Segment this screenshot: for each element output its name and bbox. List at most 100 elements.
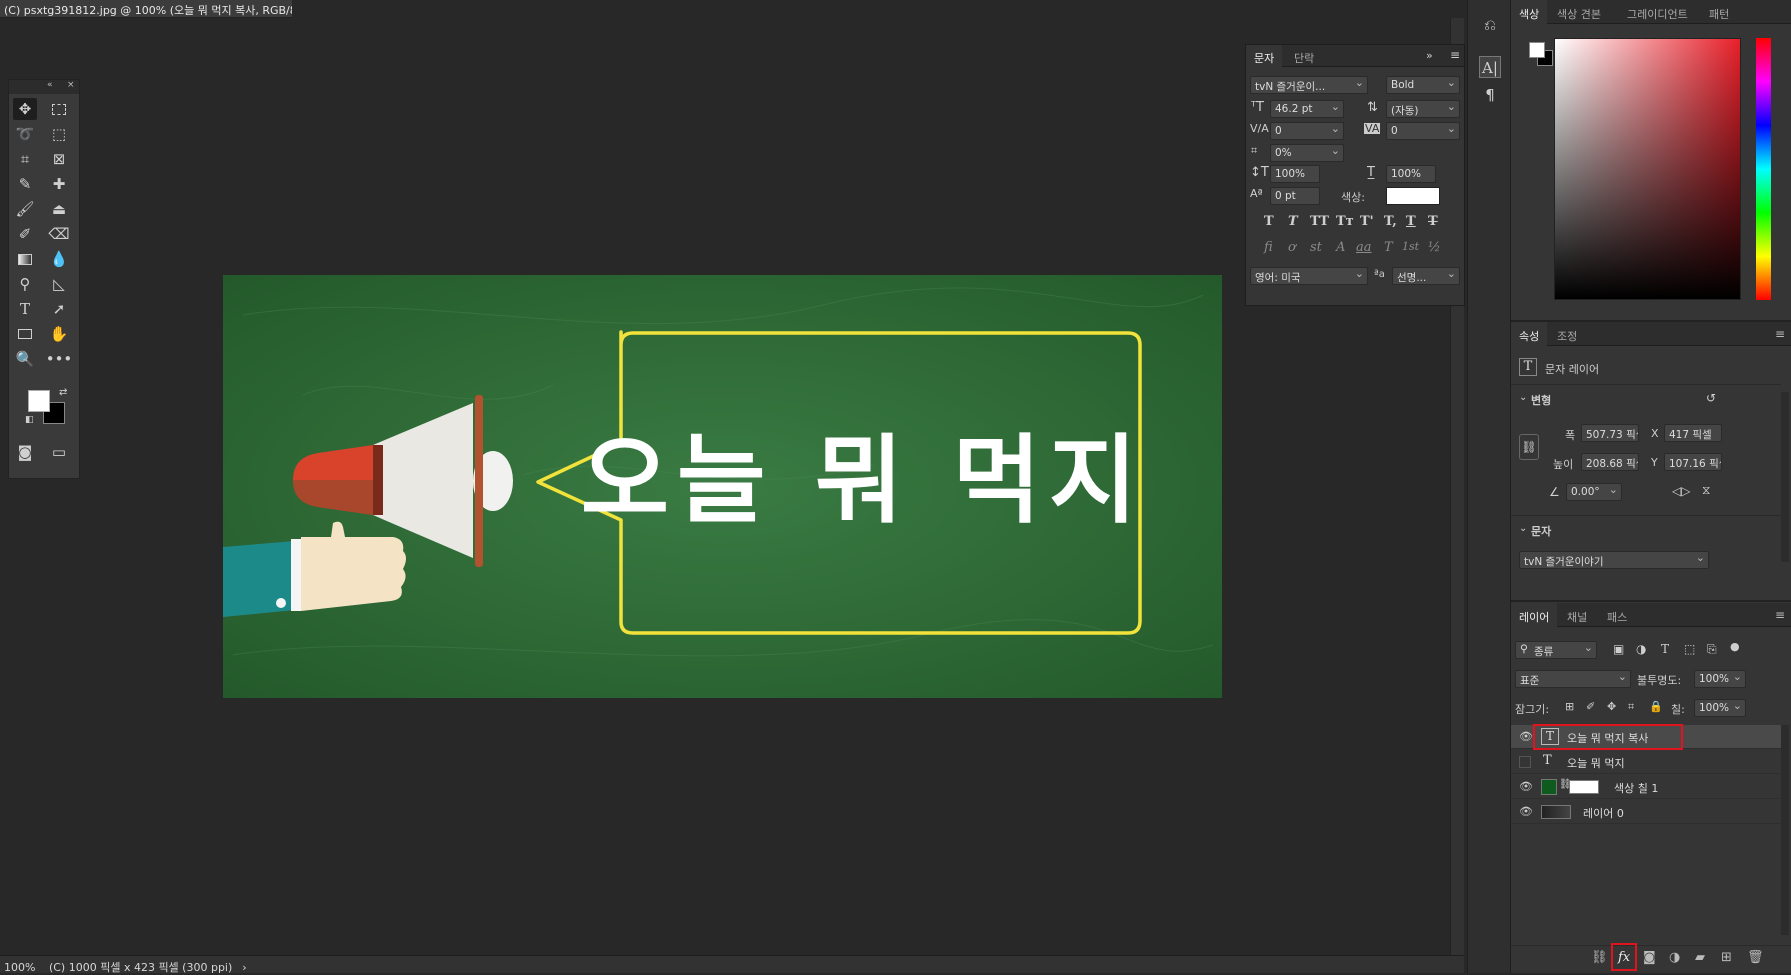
kerning-field[interactable]: 0 xyxy=(1270,122,1344,140)
eyedropper-tool-icon[interactable]: ✎ xyxy=(13,173,37,195)
horizontal-scale-field[interactable]: 100% xyxy=(1386,165,1436,183)
lock-transparent-icon[interactable]: ⊞ xyxy=(1565,701,1574,712)
hue-slider[interactable] xyxy=(1756,38,1771,300)
leading-field[interactable]: (자동) xyxy=(1386,100,1460,118)
blur-tool-icon[interactable]: 💧 xyxy=(47,248,71,270)
tab-layers[interactable]: 레이어 xyxy=(1511,603,1558,627)
delete-layer-icon[interactable]: 🗑 xyxy=(1747,950,1764,965)
ligature-button[interactable]: fi xyxy=(1264,241,1273,254)
status-arrow[interactable]: › xyxy=(242,961,246,974)
properties-menu-icon[interactable]: ≡ xyxy=(1775,327,1785,341)
move-tool-icon[interactable]: ✥ xyxy=(13,98,37,120)
quick-mask-icon[interactable]: ◙ xyxy=(13,441,37,463)
adjustment-layer-icon[interactable]: ◑ xyxy=(1669,950,1680,965)
vertical-scale-field[interactable]: 100% xyxy=(1270,165,1320,183)
underline-button[interactable]: T xyxy=(1406,215,1416,228)
type-tool-icon[interactable]: T xyxy=(13,298,37,320)
visibility-off-box[interactable] xyxy=(1519,756,1531,768)
tab-patterns[interactable]: 패턴 xyxy=(1701,0,1737,24)
marquee-tool-icon[interactable] xyxy=(47,98,71,120)
link-layers-icon[interactable]: ⛓ xyxy=(1591,950,1608,965)
character-panel-icon[interactable]: A| xyxy=(1479,56,1501,78)
frame-tool-icon[interactable]: ⊠ xyxy=(47,148,71,170)
foreground-color-swatch[interactable] xyxy=(28,390,50,412)
new-layer-icon[interactable]: ⊞ xyxy=(1721,950,1732,965)
document-canvas[interactable]: 오늘 뭐 먹지 xyxy=(223,275,1222,698)
crop-tool-icon[interactable]: ⌗ xyxy=(13,148,37,170)
flip-vertical-icon[interactable]: ⧖ xyxy=(1702,484,1710,496)
layers-menu-icon[interactable]: ≡ xyxy=(1775,608,1785,622)
baseline-shift-field[interactable]: 0 pt xyxy=(1270,187,1320,205)
superscript-button[interactable]: T' xyxy=(1360,215,1374,228)
add-mask-icon[interactable]: ◙ xyxy=(1643,950,1656,965)
height-field[interactable]: 208.68 픽셀 xyxy=(1581,453,1639,471)
blend-mode-select[interactable]: 표준 xyxy=(1515,670,1631,688)
rectangle-tool-icon[interactable] xyxy=(13,323,37,345)
new-group-icon[interactable]: ▰ xyxy=(1695,950,1705,965)
reset-transform-icon[interactable]: ↺ xyxy=(1706,392,1716,404)
small-caps-button[interactable]: Tт xyxy=(1336,215,1354,228)
lock-all-icon[interactable]: 🔒 xyxy=(1649,701,1663,712)
paragraph-panel-icon[interactable]: ¶ xyxy=(1479,84,1501,106)
faux-italic-button[interactable]: T xyxy=(1288,215,1298,228)
titling-alternates-button[interactable]: T xyxy=(1384,241,1393,254)
alt-ligature-button[interactable]: ơ xyxy=(1288,241,1296,254)
lock-image-icon[interactable]: ✐ xyxy=(1586,701,1595,712)
lock-artboard-icon[interactable]: ⌗ xyxy=(1628,701,1634,712)
strikethrough-button[interactable]: T xyxy=(1428,215,1438,228)
tab-paths[interactable]: 패스 xyxy=(1599,603,1635,627)
width-field[interactable]: 507.73 픽셀 xyxy=(1581,424,1639,442)
font-size-field[interactable]: 46.2 pt xyxy=(1270,100,1344,118)
document-info[interactable]: (C) 1000 픽셀 x 423 픽셀 (300 ppi) xyxy=(49,961,232,974)
swash-button[interactable]: A xyxy=(1336,241,1345,254)
visibility-eye-icon[interactable]: 👁 xyxy=(1519,805,1533,818)
y-field[interactable]: 107.16 픽셀 xyxy=(1664,453,1722,471)
tab-swatches[interactable]: 색상 견본 xyxy=(1549,0,1609,24)
close-icon[interactable]: × xyxy=(67,80,75,90)
link-dimensions-icon[interactable]: ⛓ xyxy=(1519,434,1539,460)
properties-scrollbar[interactable] xyxy=(1781,392,1789,562)
visibility-eye-icon[interactable]: 👁 xyxy=(1519,780,1533,793)
filter-smart-object-icon[interactable]: ⎘ xyxy=(1707,643,1717,655)
filter-type-icon[interactable]: T xyxy=(1661,643,1669,655)
fill-field[interactable]: 100% xyxy=(1694,699,1746,717)
layer-row[interactable]: T 오늘 뭐 먹지 xyxy=(1511,750,1781,774)
tab-color[interactable]: 색상 xyxy=(1511,0,1548,24)
discretionary-ligature-button[interactable]: st xyxy=(1310,241,1322,254)
brush-tool-icon[interactable]: 🖌 xyxy=(13,198,37,220)
language-select[interactable]: 영어: 미국 xyxy=(1250,267,1368,285)
color-foreground-swatch[interactable] xyxy=(1529,42,1545,58)
tab-gradients[interactable]: 그레이디언트 xyxy=(1619,0,1696,24)
filter-adjustment-icon[interactable]: ◑ xyxy=(1636,643,1646,655)
properties-font-select[interactable]: tvN 즐거운이야기 xyxy=(1519,551,1709,569)
layer-filter-select[interactable]: ⚲ 종류 xyxy=(1515,641,1597,659)
tab-channels[interactable]: 채널 xyxy=(1559,603,1595,627)
flip-horizontal-icon[interactable]: ◁▷ xyxy=(1672,485,1690,497)
lock-position-icon[interactable]: ✥ xyxy=(1607,701,1616,712)
fractions-button[interactable]: ½ xyxy=(1428,241,1441,254)
x-field[interactable]: 417 픽셀 xyxy=(1664,424,1722,442)
color-field[interactable] xyxy=(1554,38,1741,300)
history-brush-tool-icon[interactable]: ✐ xyxy=(13,223,37,245)
dodge-tool-icon[interactable]: ⚲ xyxy=(13,273,37,295)
font-style-select[interactable]: Bold xyxy=(1386,76,1460,94)
gradient-tool-icon[interactable] xyxy=(13,248,37,270)
eraser-tool-icon[interactable]: ⌫ xyxy=(47,223,71,245)
subscript-button[interactable]: T, xyxy=(1384,215,1397,228)
antialias-select[interactable]: 선명... xyxy=(1392,267,1460,285)
faux-bold-button[interactable]: T xyxy=(1264,215,1274,228)
transform-collapse-icon[interactable]: ⌄ xyxy=(1519,392,1527,403)
collapse-icon[interactable]: « xyxy=(47,80,53,90)
healing-brush-tool-icon[interactable]: ✚ xyxy=(47,173,71,195)
tab-character[interactable]: 문자 xyxy=(1246,45,1283,67)
stylistic-alternates-button[interactable]: aa xyxy=(1356,241,1372,254)
layer-row[interactable]: 👁 ⛓ 색상 칠 1 xyxy=(1511,775,1781,799)
filter-shape-icon[interactable]: ⬚ xyxy=(1684,643,1695,655)
hand-tool-icon[interactable]: ✋ xyxy=(47,323,71,345)
text-color-swatch[interactable] xyxy=(1386,187,1440,205)
opacity-field[interactable]: 100% xyxy=(1694,670,1746,688)
zoom-level[interactable]: 100% xyxy=(4,961,35,974)
more-tools-icon[interactable]: ••• xyxy=(46,348,73,370)
pen-tool-icon[interactable]: ◺ xyxy=(47,273,71,295)
tab-paragraph[interactable]: 단락 xyxy=(1286,45,1322,67)
